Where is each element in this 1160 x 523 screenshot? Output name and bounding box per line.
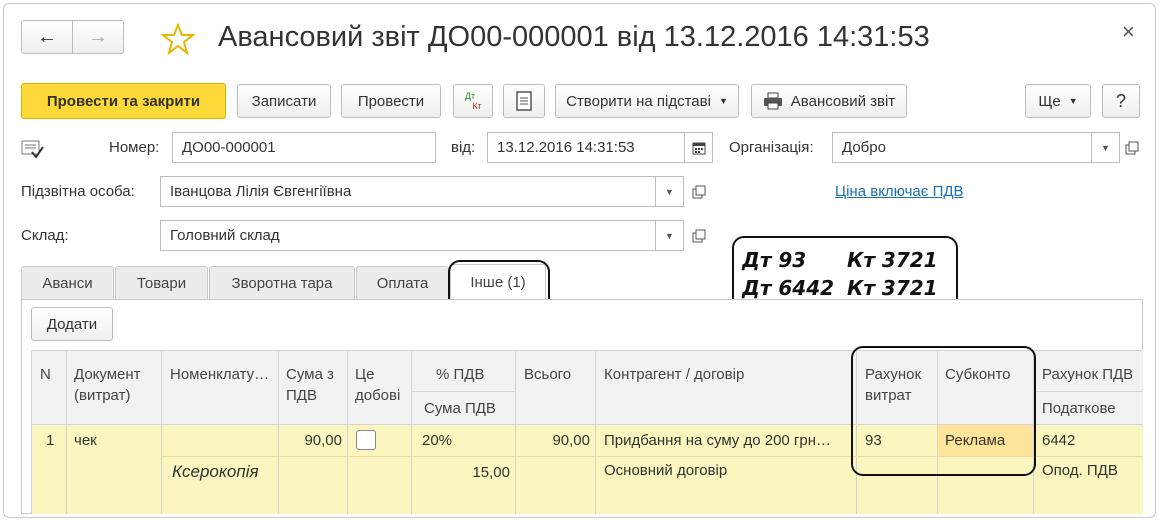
dt-kt-icon-top: Дт [464, 91, 476, 101]
chevron-down-icon: ▼ [718, 96, 728, 106]
create-based-on-button[interactable]: Створити на підставі ▼ [555, 84, 739, 118]
header-tax: Податкове [1042, 400, 1116, 417]
cell-vat-percent[interactable]: 20% [422, 432, 452, 449]
tab-payment[interactable]: Оплата [356, 266, 449, 300]
price-includes-vat-link[interactable]: Ціна включає ПДВ [835, 183, 964, 200]
calendar-button[interactable] [684, 132, 713, 163]
tab-returnable-packaging[interactable]: Зворотна тара [209, 266, 355, 300]
document-icon [516, 91, 532, 111]
document-button[interactable] [503, 84, 545, 118]
arrow-left-icon: ← [37, 25, 57, 48]
warehouse-dropdown[interactable]: ▼ [655, 220, 684, 251]
header-sum-with-vat: Сума з ПДВ [286, 366, 334, 404]
header-total: Всього [524, 366, 572, 383]
annotation-line2-dt: Дт 6442 [742, 276, 835, 300]
cell-contract[interactable]: Основний договір [604, 462, 727, 479]
header-vat-account: Рахунок ПДВ [1042, 366, 1134, 383]
number-label: Номер: [109, 139, 160, 156]
accountable-person-label: Підзвітна особа: [21, 183, 135, 200]
organization-field[interactable]: Добро [832, 132, 1092, 163]
close-icon[interactable]: × [1122, 19, 1135, 45]
header-document: Документ (витрат) [74, 366, 141, 404]
annotation-line1-kt: Кт 3721 [847, 248, 938, 272]
dt-kt-icon-bottom: Кт [472, 101, 482, 111]
tab-goods[interactable]: Товари [115, 266, 208, 300]
open-accountable-person-icon[interactable] [688, 181, 710, 203]
number-field[interactable]: ДО00-000001 [172, 132, 436, 163]
cell-n: 1 [46, 432, 55, 449]
header-vat-sum: Сума ПДВ [424, 400, 496, 417]
post-and-close-button[interactable]: Провести та закрити [21, 83, 226, 119]
accountable-person-dropdown[interactable]: ▼ [655, 176, 684, 207]
arrow-right-icon: → [88, 25, 108, 48]
add-button[interactable]: Додати [31, 307, 113, 341]
print-advance-report-label: Авансовий звіт [790, 92, 896, 110]
create-based-on-label: Створити на підставі [566, 92, 711, 110]
save-button[interactable]: Записати [237, 84, 331, 118]
dt-kt-button[interactable]: Дт Кт [453, 84, 493, 118]
date-label: від: [451, 139, 476, 156]
post-button[interactable]: Провести [341, 84, 441, 118]
organization-dropdown[interactable]: ▼ [1091, 132, 1120, 163]
annotation-line2-kt: Кт 3721 [847, 276, 938, 300]
cell-tax[interactable]: Опод. ПДВ [1042, 462, 1118, 479]
cell-vat-sum[interactable]: 15,00 [444, 464, 510, 481]
open-warehouse-icon[interactable] [688, 225, 710, 247]
calendar-icon [692, 142, 705, 154]
more-label: Ще [1038, 92, 1061, 110]
favorite-star-icon[interactable] [160, 22, 196, 56]
warehouse-label: Склад: [21, 227, 69, 244]
advance-report-window: ← → Авансовий звіт ДО00-000001 від 13.12… [3, 3, 1156, 518]
accountable-person-field[interactable]: Іванцова Лілія Євгенгіївна [160, 176, 656, 207]
document-status-icon [21, 138, 45, 164]
cell-document[interactable]: чек [74, 432, 97, 449]
more-button[interactable]: Ще ▼ [1025, 84, 1091, 118]
window-title: Авансовий звіт ДО00-000001 від 13.12.201… [218, 21, 930, 53]
organization-label: Організація: [729, 139, 814, 156]
tab-advances[interactable]: Аванси [21, 266, 114, 300]
header-vat-percent: % ПДВ [436, 366, 485, 383]
header-daily: Це добові [355, 366, 401, 404]
cell-sum-with-vat[interactable]: 90,00 [282, 432, 342, 449]
chevron-down-icon: ▼ [1068, 96, 1078, 106]
open-organization-icon[interactable] [1121, 137, 1143, 159]
header-nomenclature: Номенклату… [170, 366, 270, 383]
annotation-line1-dt: Дт 93 [742, 248, 807, 272]
cell-nomenclature[interactable]: Ксерокопія [172, 462, 259, 482]
date-field[interactable]: 13.12.2016 14:31:53 [487, 132, 685, 163]
cell-counterparty[interactable]: Придбання на суму до 200 грн… [604, 432, 831, 449]
expense-account-highlight [851, 346, 1036, 476]
help-button[interactable]: ? [1102, 84, 1140, 118]
printer-icon [763, 92, 782, 110]
warehouse-field[interactable]: Головний склад [160, 220, 656, 251]
print-advance-report-button[interactable]: Авансовий звіт [751, 84, 907, 118]
daily-checkbox[interactable] [356, 430, 376, 450]
back-button[interactable]: ← [21, 20, 73, 54]
header-counterparty: Контрагент / договір [604, 366, 745, 383]
forward-button[interactable]: → [72, 20, 124, 54]
cell-total[interactable]: 90,00 [518, 432, 590, 449]
header-n: N [40, 366, 51, 383]
cell-vat-account[interactable]: 6442 [1042, 432, 1075, 449]
